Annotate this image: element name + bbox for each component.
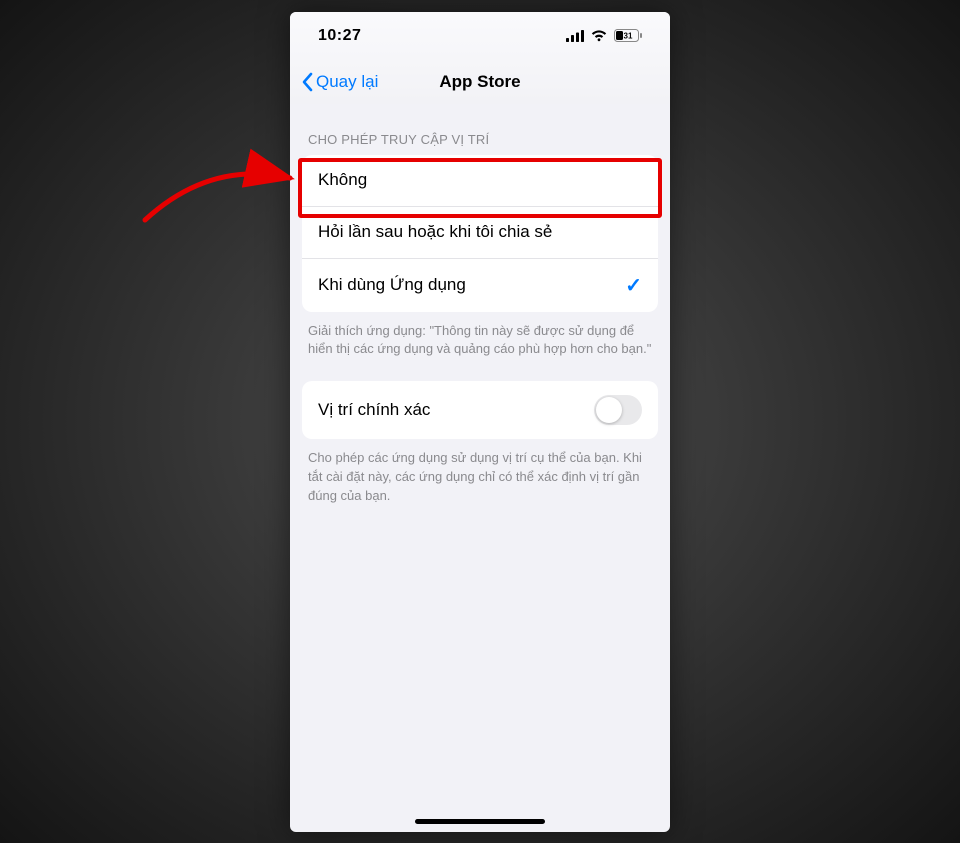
toggle-knob xyxy=(596,397,622,423)
precise-location-label: Vị trí chính xác xyxy=(318,400,594,420)
home-indicator[interactable] xyxy=(415,819,545,824)
option-label: Không xyxy=(318,170,642,190)
location-section-footer: Giải thích ứng dụng: "Thông tin này sẽ đ… xyxy=(290,312,670,360)
phone-frame: 10:27 31 Quay lại App Store xyxy=(290,12,670,832)
option-ask-next-time[interactable]: Hỏi lần sau hoặc khi tôi chia sẻ xyxy=(302,207,658,259)
precise-section-footer: Cho phép các ứng dụng sử dụng vị trí cụ … xyxy=(290,439,670,506)
precise-location-group: Vị trí chính xác xyxy=(302,381,658,439)
status-time: 10:27 xyxy=(318,27,361,45)
navigation-bar: Quay lại App Store xyxy=(290,60,670,104)
option-while-using-app[interactable]: Khi dùng Ứng dụng ✓ xyxy=(302,259,658,312)
status-indicators: 31 xyxy=(566,29,642,42)
battery-icon: 31 xyxy=(614,29,642,42)
cellular-signal-icon xyxy=(566,30,584,42)
chevron-left-icon xyxy=(300,72,314,92)
wifi-icon xyxy=(590,30,608,42)
back-label: Quay lại xyxy=(316,72,378,92)
option-label: Khi dùng Ứng dụng xyxy=(318,275,625,295)
option-never[interactable]: Không xyxy=(302,155,658,207)
location-access-options-group: Không Hỏi lần sau hoặc khi tôi chia sẻ K… xyxy=(302,155,658,312)
status-bar: 10:27 31 xyxy=(290,12,670,60)
option-label: Hỏi lần sau hoặc khi tôi chia sẻ xyxy=(318,222,642,242)
checkmark-icon: ✓ xyxy=(625,273,642,298)
svg-text:31: 31 xyxy=(624,32,633,41)
precise-location-toggle[interactable] xyxy=(594,395,642,425)
back-button[interactable]: Quay lại xyxy=(300,72,378,92)
settings-content: CHO PHÉP TRUY CẬP VỊ TRÍ Không Hỏi lần s… xyxy=(290,104,670,506)
precise-location-row[interactable]: Vị trí chính xác xyxy=(302,381,658,439)
allow-location-access-header: CHO PHÉP TRUY CẬP VỊ TRÍ xyxy=(290,104,670,155)
